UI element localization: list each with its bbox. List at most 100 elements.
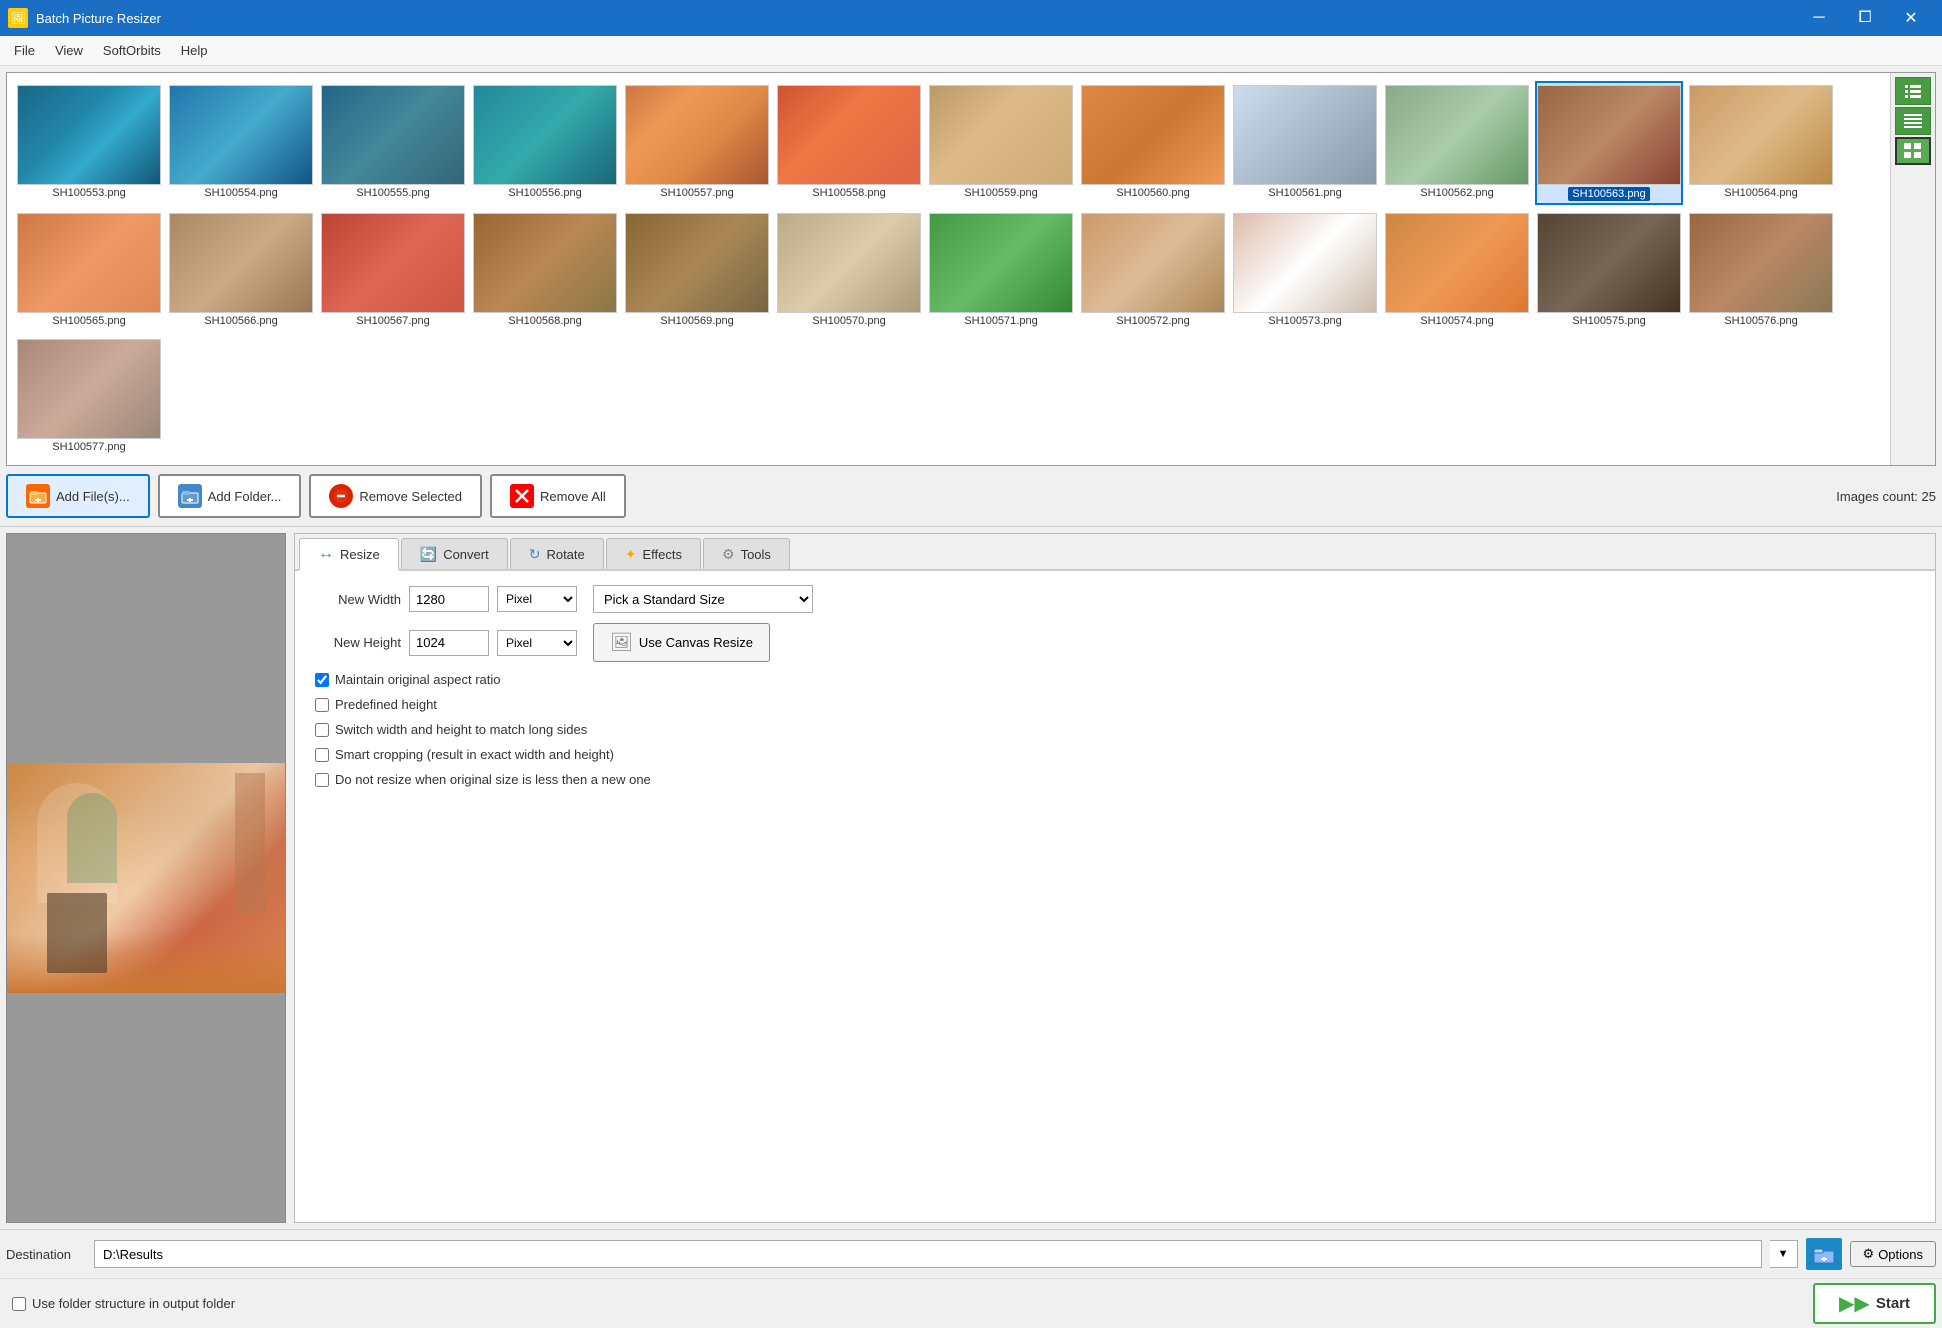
- options-button[interactable]: ⚙ Options: [1850, 1241, 1936, 1267]
- thumb-item[interactable]: SH100564.png: [1687, 81, 1835, 205]
- thumbnail-image: [1233, 213, 1377, 313]
- thumbnail-label: SH100557.png: [660, 187, 733, 199]
- thumbnail-label: SH100574.png: [1420, 315, 1493, 327]
- app-title: Batch Picture Resizer: [36, 11, 1796, 26]
- standard-size-select[interactable]: Pick a Standard Size 640x480 800x600 102…: [593, 585, 813, 613]
- thumbnail-image: [321, 85, 465, 185]
- thumbnail-image: [17, 213, 161, 313]
- thumb-item[interactable]: SH100575.png: [1535, 209, 1683, 331]
- thumbnail-label: SH100560.png: [1116, 187, 1189, 199]
- tab-convert[interactable]: 🔄 Convert: [401, 538, 508, 569]
- thumbnail-label: SH100554.png: [204, 187, 277, 199]
- thumbnail-image: [929, 85, 1073, 185]
- add-folder-icon: [178, 484, 202, 508]
- menu-softorbits[interactable]: SoftOrbits: [93, 39, 171, 62]
- thumbnail-image: [777, 85, 921, 185]
- thumbnail-image: [1689, 213, 1833, 313]
- thumb-item[interactable]: SH100566.png: [167, 209, 315, 331]
- folder-structure-checkbox[interactable]: [12, 1297, 26, 1311]
- predefined-height-checkbox[interactable]: [315, 698, 329, 712]
- view-details-btn[interactable]: [1895, 107, 1931, 135]
- restore-button[interactable]: ⧠: [1842, 0, 1888, 36]
- thumb-item[interactable]: SH100574.png: [1383, 209, 1531, 331]
- thumb-item[interactable]: SH100561.png: [1231, 81, 1379, 205]
- thumb-item[interactable]: SH100569.png: [623, 209, 771, 331]
- menu-file[interactable]: File: [4, 39, 45, 62]
- new-width-row: New Width Pixel % cm inch: [311, 586, 577, 612]
- thumbnail-image: [625, 85, 769, 185]
- thumbnail-label: SH100572.png: [1116, 315, 1189, 327]
- new-width-input[interactable]: [409, 586, 489, 612]
- thumb-item[interactable]: SH100558.png: [775, 81, 923, 205]
- switch-wh-label[interactable]: Switch width and height to match long si…: [335, 722, 587, 737]
- thumb-item[interactable]: SH100577.png: [15, 335, 163, 457]
- destination-dropdown-arrow[interactable]: ▼: [1770, 1240, 1798, 1268]
- new-height-input[interactable]: [409, 630, 489, 656]
- start-button[interactable]: ▶▶ Start: [1813, 1283, 1936, 1324]
- thumb-item[interactable]: SH100573.png: [1231, 209, 1379, 331]
- thumb-item[interactable]: SH100560.png: [1079, 81, 1227, 205]
- remove-selected-button[interactable]: Remove Selected: [309, 474, 482, 518]
- thumb-item[interactable]: SH100553.png: [15, 81, 163, 205]
- add-folder-button[interactable]: Add Folder...: [158, 474, 302, 518]
- maintain-aspect-row: Maintain original aspect ratio: [311, 672, 1919, 687]
- thumbnail-image: [1081, 85, 1225, 185]
- folder-structure-label[interactable]: Use folder structure in output folder: [32, 1296, 235, 1311]
- no-resize-smaller-label[interactable]: Do not resize when original size is less…: [335, 772, 651, 787]
- thumb-item[interactable]: SH100562.png: [1383, 81, 1531, 205]
- height-and-canvas-row: New Height Pixel % cm inch 🖼 Use Canvas …: [311, 623, 1919, 662]
- thumb-item[interactable]: SH100570.png: [775, 209, 923, 331]
- destination-input[interactable]: [94, 1240, 1762, 1268]
- thumb-item[interactable]: SH100565.png: [15, 209, 163, 331]
- thumb-item[interactable]: SH100563.png: [1535, 81, 1683, 205]
- canvas-resize-button[interactable]: 🖼 Use Canvas Resize: [593, 623, 770, 662]
- thumb-item[interactable]: SH100557.png: [623, 81, 771, 205]
- thumbnail-label: SH100562.png: [1420, 187, 1493, 199]
- no-resize-smaller-checkbox[interactable]: [315, 773, 329, 787]
- predefined-height-label[interactable]: Predefined height: [335, 697, 437, 712]
- smart-crop-checkbox[interactable]: [315, 748, 329, 762]
- height-unit-select[interactable]: Pixel % cm inch: [497, 630, 577, 656]
- smart-crop-label[interactable]: Smart cropping (result in exact width an…: [335, 747, 614, 762]
- view-grid-btn[interactable]: [1895, 137, 1931, 165]
- thumbnail-label: SH100568.png: [508, 315, 581, 327]
- new-height-label: New Height: [311, 635, 401, 650]
- close-button[interactable]: ✕: [1888, 0, 1934, 36]
- width-unit-select[interactable]: Pixel % cm inch: [497, 586, 577, 612]
- tab-effects[interactable]: ✦ Effects: [606, 538, 701, 569]
- remove-all-button[interactable]: Remove All: [490, 474, 626, 518]
- thumb-item[interactable]: SH100554.png: [167, 81, 315, 205]
- settings-panel: ↔ Resize 🔄 Convert ↻ Rotate ✦ Effects ⚙: [294, 533, 1936, 1223]
- thumb-item[interactable]: SH100555.png: [319, 81, 467, 205]
- convert-tab-icon: 🔄: [420, 546, 437, 563]
- thumb-item[interactable]: SH100576.png: [1687, 209, 1835, 331]
- grid-icon: [1903, 142, 1923, 160]
- switch-wh-row: Switch width and height to match long si…: [311, 722, 1919, 737]
- thumbnail-label: SH100558.png: [812, 187, 885, 199]
- thumbnail-label: SH100571.png: [964, 315, 1037, 327]
- menu-help[interactable]: Help: [171, 39, 218, 62]
- thumb-item[interactable]: SH100572.png: [1079, 209, 1227, 331]
- switch-wh-checkbox[interactable]: [315, 723, 329, 737]
- thumb-item[interactable]: SH100559.png: [927, 81, 1075, 205]
- no-resize-smaller-row: Do not resize when original size is less…: [311, 772, 1919, 787]
- view-list-btn[interactable]: [1895, 77, 1931, 105]
- menu-view[interactable]: View: [45, 39, 93, 62]
- tab-tools[interactable]: ⚙ Tools: [703, 538, 790, 569]
- maintain-aspect-label[interactable]: Maintain original aspect ratio: [335, 672, 500, 687]
- thumb-item[interactable]: SH100567.png: [319, 209, 467, 331]
- preview-area: [6, 533, 286, 1223]
- thumb-item[interactable]: SH100568.png: [471, 209, 619, 331]
- destination-browse-button[interactable]: [1806, 1238, 1842, 1270]
- thumbnail-image: [321, 213, 465, 313]
- thumb-item[interactable]: SH100556.png: [471, 81, 619, 205]
- thumb-item[interactable]: SH100571.png: [927, 209, 1075, 331]
- minimize-button[interactable]: ─: [1796, 0, 1842, 36]
- add-files-button[interactable]: Add File(s)...: [6, 474, 150, 518]
- tab-rotate[interactable]: ↻ Rotate: [510, 538, 604, 569]
- maintain-aspect-checkbox[interactable]: [315, 673, 329, 687]
- tab-resize[interactable]: ↔ Resize: [299, 538, 399, 571]
- thumbnail-label: SH100565.png: [52, 315, 125, 327]
- window-controls: ─ ⧠ ✕: [1796, 0, 1934, 36]
- folder-structure-row: Use folder structure in output folder: [6, 1292, 241, 1315]
